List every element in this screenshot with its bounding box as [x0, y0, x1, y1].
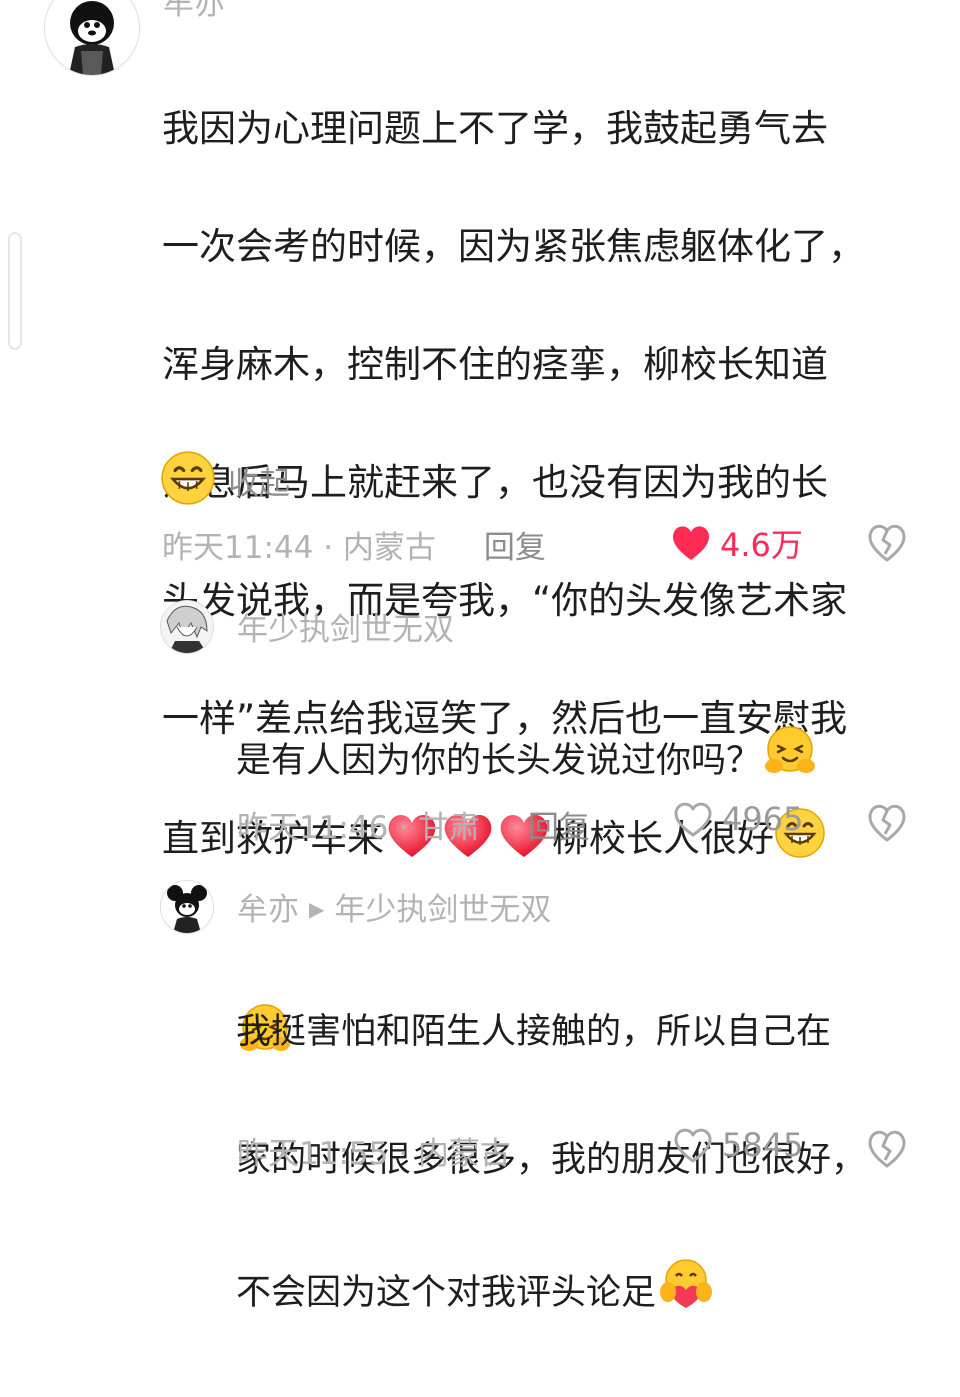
timestamp-location: 昨天11:55 · 内蒙古 — [237, 1136, 511, 1172]
comment-line: 一次会考的时候，因为紧张焦虑躯体化了， — [162, 225, 865, 268]
heart-icon — [672, 526, 710, 560]
comment-meta: 昨天11:55 · 内蒙古 — [237, 1128, 511, 1173]
anime-avatar-icon — [161, 601, 213, 653]
dislike-icon[interactable] — [865, 1126, 909, 1170]
collapse-button[interactable]: 收起 — [228, 458, 290, 503]
reply-arrow-icon: ▶ — [309, 897, 325, 921]
dislike-icon[interactable] — [865, 800, 909, 844]
like-button[interactable]: 4965 — [672, 800, 803, 838]
like-button[interactable]: 5845 — [672, 1126, 803, 1164]
mickey-avatar-icon — [161, 881, 213, 933]
comment-meta: 昨天11:46 · 甘肃 回复 — [237, 802, 590, 847]
avatar[interactable] — [160, 600, 214, 654]
avatar[interactable] — [44, 0, 140, 76]
reply-button[interactable]: 回复 — [484, 530, 546, 566]
reply-button[interactable]: 回复 — [528, 810, 590, 846]
like-count: 5845 — [722, 1126, 804, 1164]
reply-item: 牟亦 ▶ 年少执剑世无双 我挺害怕和陌生人接触的，所以自己在 家的时候很多很多，我的… — [0, 868, 960, 1313]
comment-author[interactable]: 年少执剑世无双 — [237, 604, 454, 649]
grinning-emoji — [160, 450, 216, 510]
heart-icon — [674, 1128, 712, 1163]
timestamp-location: 昨天11:46 · 甘肃 — [237, 810, 480, 846]
author-name[interactable]: 牟亦 — [237, 892, 299, 928]
avatar[interactable] — [160, 880, 214, 934]
comment-line: 我挺害怕和陌生人接触的，所以自己在 — [236, 1012, 832, 1052]
comment-line-segment: 不会因为这个对我评头论足 — [236, 1273, 657, 1313]
collapse-row[interactable]: 收起 — [160, 450, 290, 510]
comment-author[interactable]: 牟亦 — [163, 0, 225, 23]
mickey-avatar-icon — [45, 0, 139, 75]
comment-line: 我因为心理问题上不了学，我鼓起勇气去 — [162, 107, 828, 150]
hug-heart-emoji — [656, 1256, 716, 1333]
comment-meta: 昨天11:44 · 内蒙古 回复 — [162, 522, 546, 567]
comment-line: 是有人因为你的长头发说过你吗？ — [236, 722, 819, 802]
comment-line-segment: 是有人因为你的长头发说过你吗？ — [236, 741, 762, 781]
like-count: 4.6万 — [720, 526, 803, 564]
timestamp-location: 昨天11:44 · 内蒙古 — [162, 530, 436, 566]
reply-item: 年少执剑世无双 是有人因为你的长头发说过你吗？ 昨天11:46 · 甘肃 回复 4… — [0, 590, 960, 1051]
heart-icon — [674, 802, 712, 837]
comment-line: 不会因为这个对我评头论足 — [236, 1256, 866, 1333]
comment-author: 牟亦 ▶ 年少执剑世无双 — [237, 884, 551, 929]
reply-to-name[interactable]: 年少执剑世无双 — [334, 892, 551, 928]
dislike-icon[interactable] — [865, 520, 909, 564]
comment-item: 牟亦 我因为心理问题上不了学，我鼓起勇气去 一次会考的时候，因为紧张焦虑躯体化了… — [0, 0, 960, 860]
hugging-emoji — [761, 722, 819, 802]
like-count: 4965 — [722, 800, 804, 838]
comment-line: 浑身麻木，控制不住的痉挛，柳校长知道 — [162, 343, 828, 386]
like-button[interactable]: 4.6万 — [670, 520, 803, 566]
